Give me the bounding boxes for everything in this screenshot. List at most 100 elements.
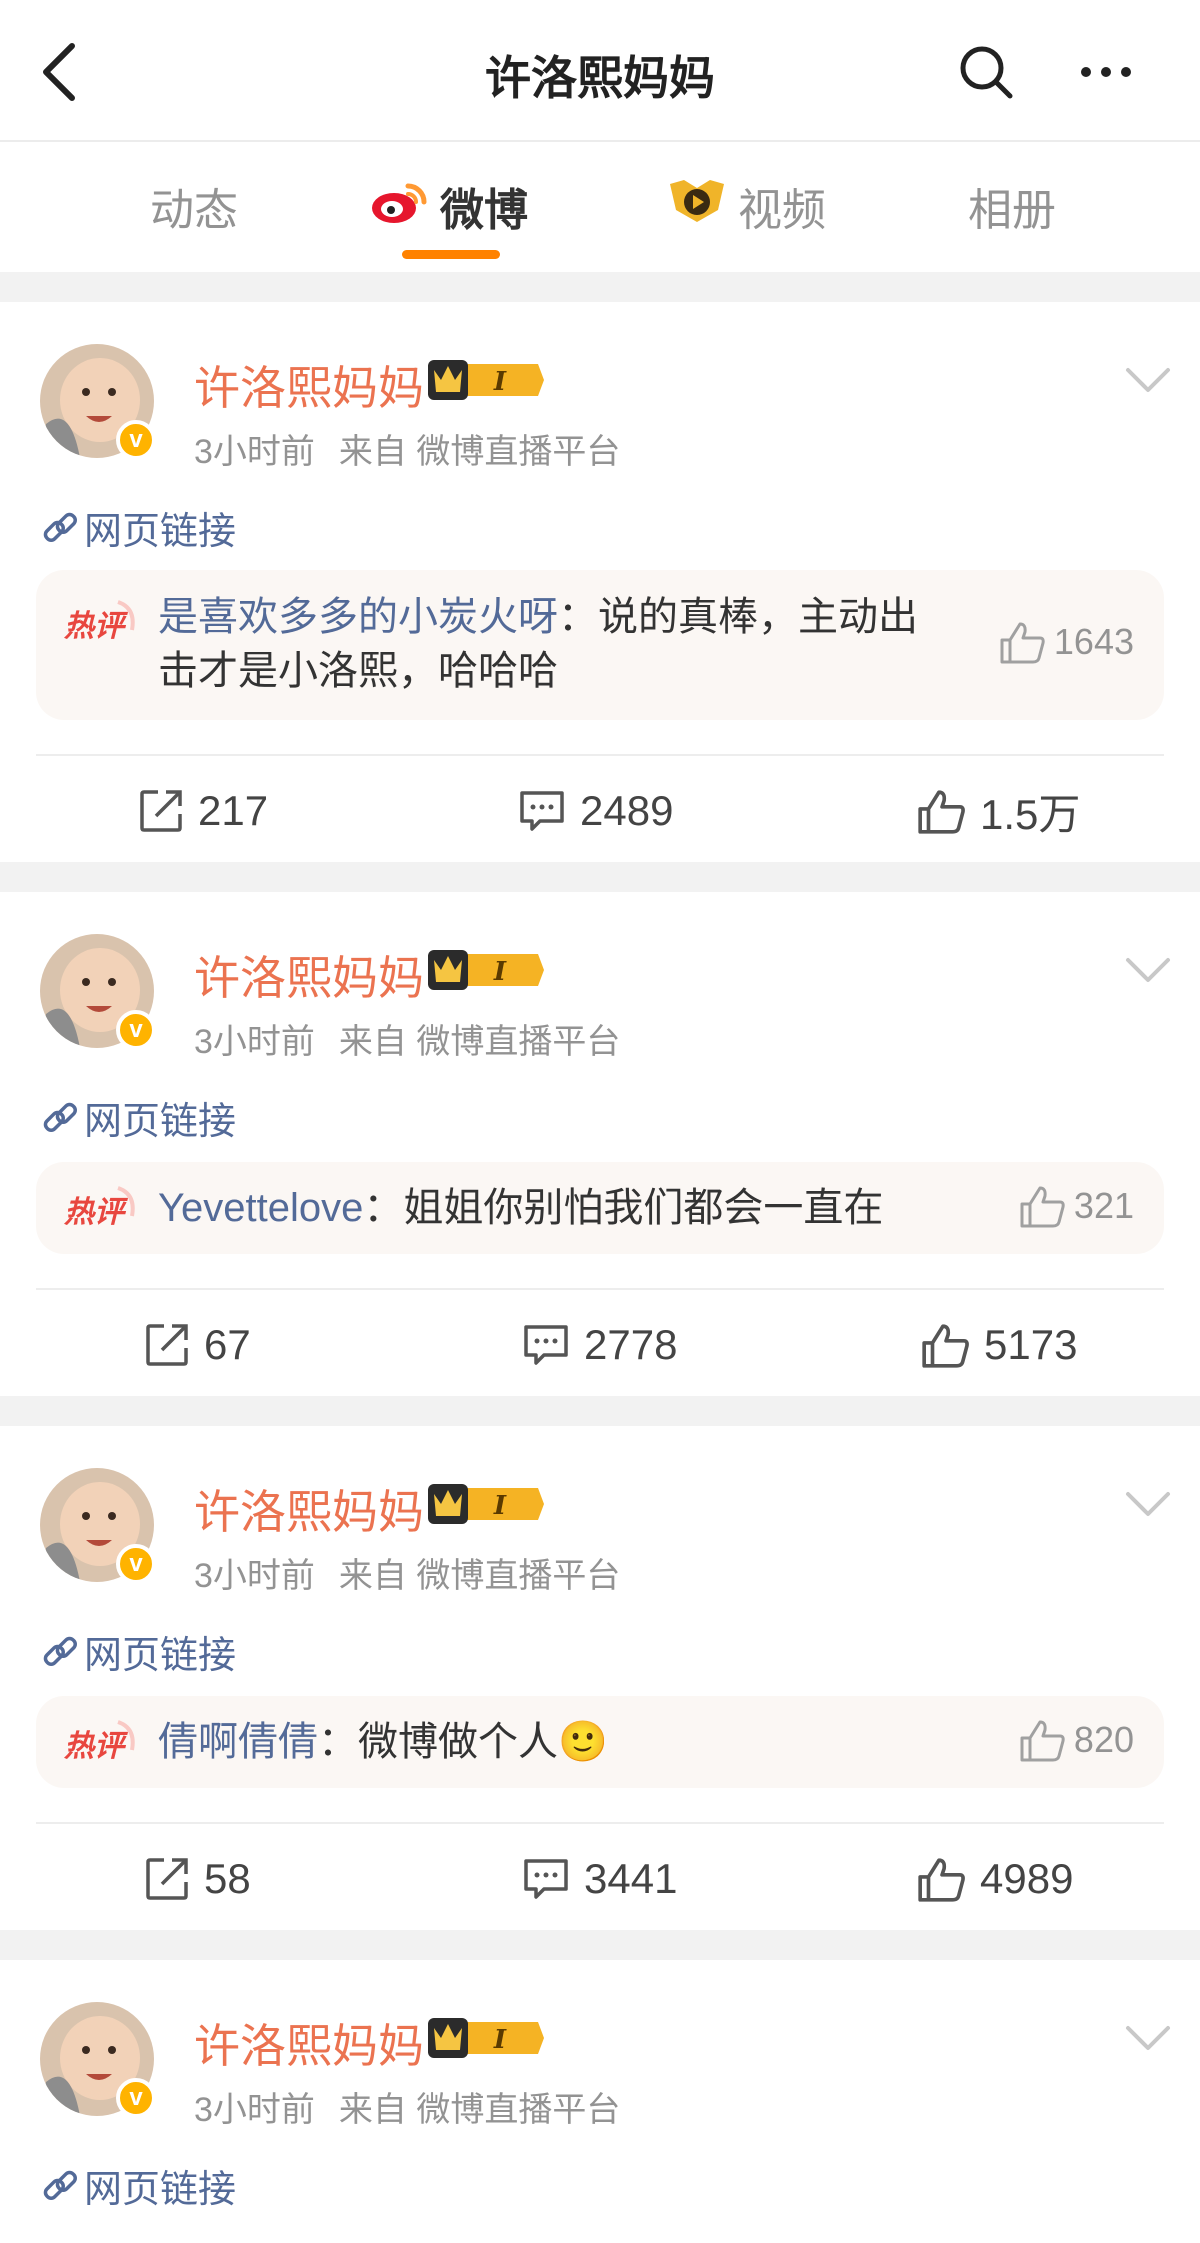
link-icon: [43, 2170, 77, 2200]
post-meta: 3小时前 来自 微博直播平台: [194, 1548, 620, 1597]
web-link-label: 网页链接: [84, 1635, 237, 1677]
like-button[interactable]: 1.5万: [916, 776, 1080, 846]
username[interactable]: 许洛熙妈妈: [194, 942, 424, 1008]
username[interactable]: 许洛熙妈妈: [194, 1476, 424, 1542]
tab-dynamic[interactable]: 动态: [150, 176, 238, 236]
repost-button[interactable]: 58: [144, 1844, 251, 1914]
profile-tabs: 动态 微博 视频 相册: [0, 142, 1200, 272]
hot-comment-text: 倩啊倩倩：微博做个人🙂: [158, 1715, 608, 1769]
web-link[interactable]: 网页链接: [40, 1624, 236, 1679]
post-source: 来自 微博直播平台: [338, 433, 621, 471]
comment-count: 2489: [580, 787, 674, 834]
post-time: 3小时前: [194, 1557, 315, 1595]
tab-label: 动态: [150, 186, 238, 235]
hot-comment-like[interactable]: 321: [1018, 1184, 1134, 1228]
tab-album[interactable]: 相册: [968, 176, 1056, 236]
hot-comment-line1: 姐姐你别怕我们都会一直在: [403, 1186, 884, 1230]
post-card[interactable]: v 许洛熙妈妈 I 3小时前 来自 微博直播平台 网页链接 热评 是喜欢多多的小炭…: [0, 302, 1200, 862]
active-tab-indicator: [402, 250, 500, 259]
post-card[interactable]: v 许洛熙妈妈 I 3小时前 来自 微博直播平台 网页链接 热评 倩啊倩倩：微博做…: [0, 1426, 1200, 1930]
hot-comment-user[interactable]: 倩啊倩倩: [158, 1720, 318, 1764]
comment-icon: [524, 1859, 568, 1899]
like-count: 4989: [980, 1855, 1074, 1902]
post-actions: 67 2778 5173: [0, 1310, 1200, 1380]
hot-comment-sep: ：: [363, 1186, 404, 1230]
hot-comment-user[interactable]: Yevettelove: [158, 1186, 363, 1230]
hot-comment[interactable]: 热评 Yevettelove：姐姐你别怕我们都会一直在 321: [36, 1162, 1164, 1254]
thumbs-up-icon: [922, 1324, 969, 1368]
tab-video[interactable]: 视频: [666, 176, 826, 236]
hot-comment-like-count: 1643: [1053, 621, 1134, 662]
web-link-label: 网页链接: [84, 511, 237, 553]
comment-button[interactable]: 2489: [518, 776, 673, 846]
tab-weibo[interactable]: 微博: [370, 176, 528, 236]
more-icon[interactable]: [1078, 44, 1134, 100]
web-link-label: 网页链接: [84, 1101, 237, 1143]
post-time: 3小时前: [194, 2091, 315, 2129]
video-icon: [666, 176, 728, 237]
post-card[interactable]: v 许洛熙妈妈 I 3小时前 来自 微博直播平台 网页链接: [0, 1960, 1200, 2243]
web-link[interactable]: 网页链接: [40, 1090, 236, 1145]
username[interactable]: 许洛熙妈妈: [194, 2010, 424, 2076]
hot-comment-like[interactable]: 1643: [998, 620, 1134, 664]
hot-label-text: 热评: [63, 1195, 129, 1230]
avatar[interactable]: v: [40, 2002, 156, 2118]
verified-badge-icon: v: [116, 1544, 156, 1584]
hot-label-text: 热评: [63, 1729, 129, 1764]
hot-comment-like-count: 321: [1073, 1185, 1134, 1226]
vip-crown-badge-icon: I: [428, 1484, 544, 1524]
post-time: 3小时前: [194, 1023, 315, 1061]
chevron-down-icon[interactable]: [1124, 954, 1172, 986]
post-meta: 3小时前 来自 微博直播平台: [194, 2082, 620, 2131]
avatar[interactable]: v: [40, 934, 156, 1050]
repost-icon: [146, 1324, 188, 1366]
thumbs-up-icon: [918, 790, 965, 834]
hot-comment-label-icon: 热评: [63, 1720, 135, 1764]
post-card[interactable]: v 许洛熙妈妈 I 3小时前 来自 微博直播平台 网页链接 热评 Yevettel…: [0, 892, 1200, 1396]
vip-crown-badge-icon: I: [428, 360, 544, 400]
chevron-down-icon[interactable]: [1124, 2022, 1172, 2054]
hot-comment-label-icon: 热评: [63, 600, 135, 644]
comment-button[interactable]: 2778: [522, 1310, 677, 1380]
hot-comment-user[interactable]: 是喜欢多多的小炭火呀: [158, 595, 558, 639]
chevron-down-icon[interactable]: [1124, 1488, 1172, 1520]
comment-icon: [520, 791, 564, 831]
username[interactable]: 许洛熙妈妈: [194, 352, 424, 418]
repost-count: 217: [198, 787, 269, 834]
avatar[interactable]: v: [40, 1468, 156, 1584]
repost-button[interactable]: 217: [138, 776, 268, 846]
post-actions: 217 2489 1.5万: [0, 776, 1200, 846]
search-icon[interactable]: [958, 44, 1014, 100]
repost-icon: [140, 790, 182, 832]
repost-icon: [146, 1858, 188, 1900]
post-source: 来自 微博直播平台: [338, 2091, 621, 2129]
like-button[interactable]: 4989: [916, 1844, 1073, 1914]
web-link[interactable]: 网页链接: [40, 2158, 236, 2213]
hot-comment-sep: ：: [558, 595, 598, 639]
top-bar: 许洛熙妈妈: [0, 0, 1200, 142]
hot-comment-like[interactable]: 820: [1018, 1718, 1134, 1762]
hot-comment-line1: 微博做个人: [358, 1720, 558, 1764]
avatar[interactable]: v: [40, 344, 156, 460]
divider: [36, 754, 1164, 756]
post-time: 3小时前: [194, 433, 315, 471]
link-icon: [43, 1636, 77, 1666]
hot-comment-like-count: 820: [1073, 1719, 1134, 1760]
link-icon: [43, 1102, 77, 1132]
hot-comment[interactable]: 热评 是喜欢多多的小炭火呀：说的真棒，主动出 击才是小洛熙，哈哈哈 1643: [36, 570, 1164, 720]
repost-button[interactable]: 67: [144, 1310, 251, 1380]
chevron-down-icon[interactable]: [1124, 364, 1172, 396]
post-meta: 3小时前 来自 微博直播平台: [194, 424, 620, 473]
tab-label: 相册: [968, 186, 1056, 235]
comment-count: 3441: [584, 1855, 678, 1902]
web-link[interactable]: 网页链接: [40, 500, 236, 555]
post-source: 来自 微博直播平台: [338, 1023, 621, 1061]
hot-comment[interactable]: 热评 倩啊倩倩：微博做个人🙂 820: [36, 1696, 1164, 1788]
tab-label: 视频: [738, 186, 826, 235]
hot-label-text: 热评: [63, 609, 129, 644]
verified-badge-icon: v: [116, 1010, 156, 1050]
comment-button[interactable]: 3441: [522, 1844, 677, 1914]
like-button[interactable]: 5173: [920, 1310, 1077, 1380]
link-icon: [43, 512, 77, 542]
weibo-logo-icon: [370, 176, 430, 237]
